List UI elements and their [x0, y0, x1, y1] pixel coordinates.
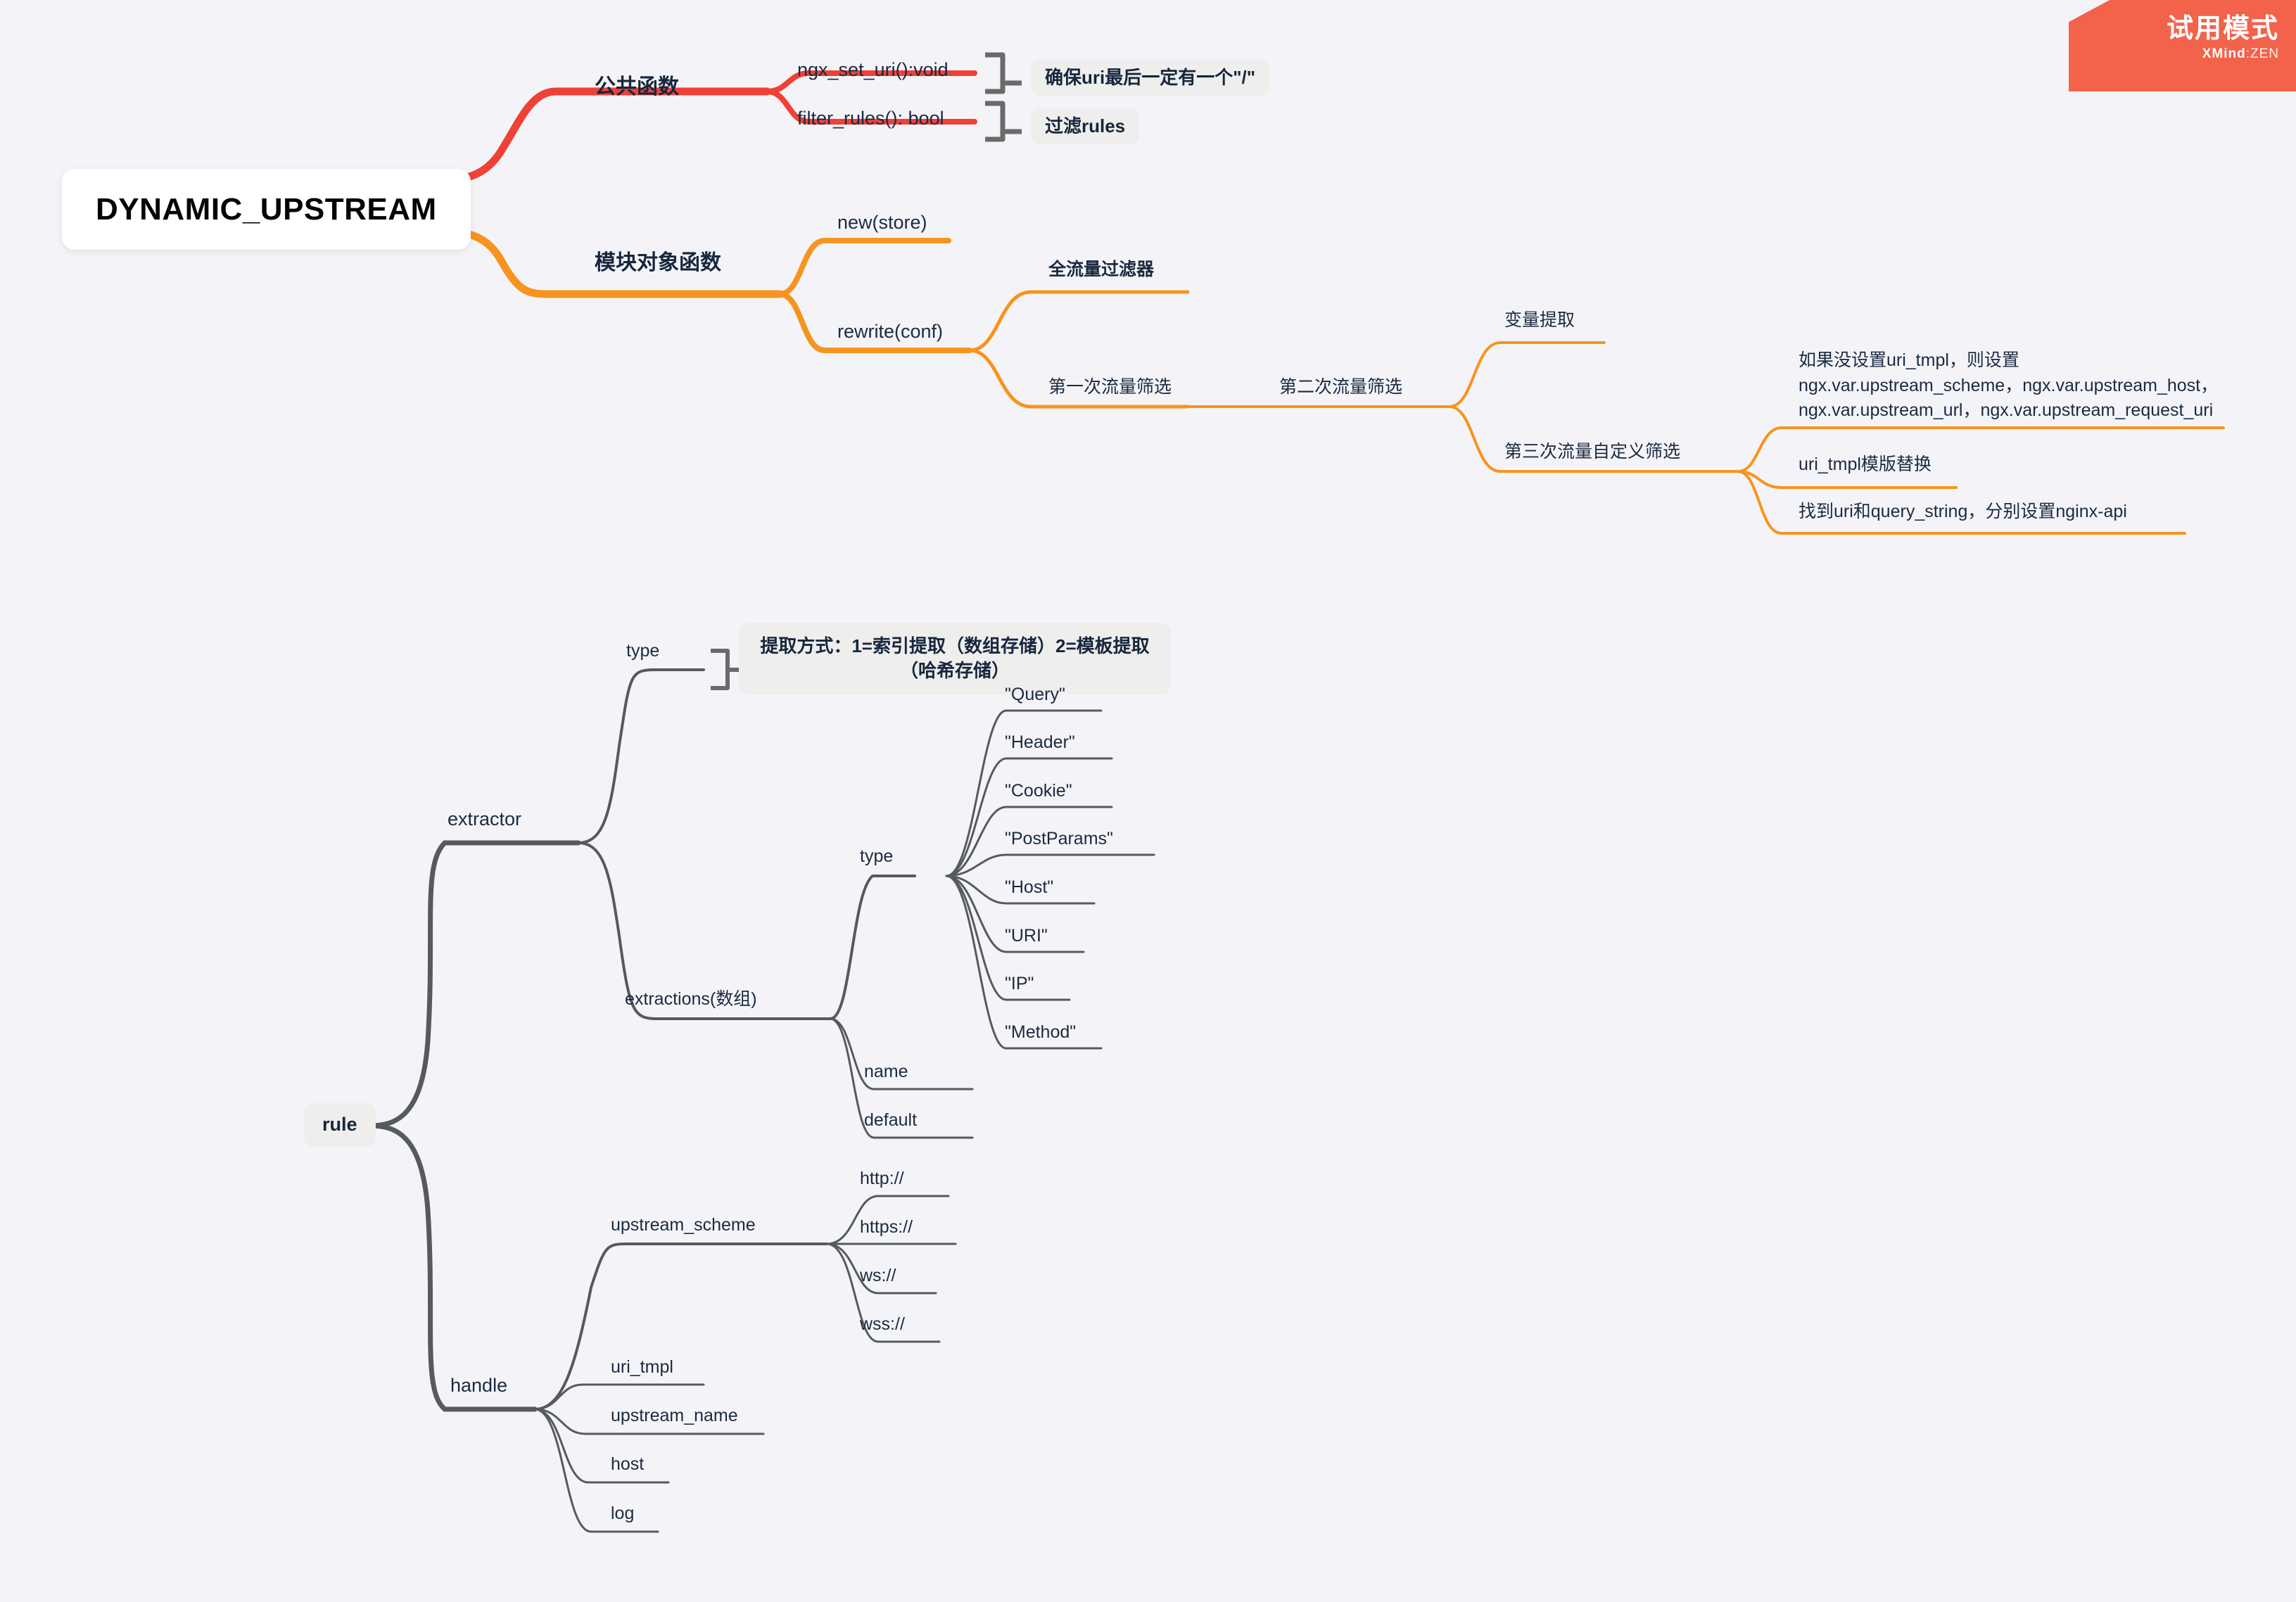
topic-upstream-scheme[interactable]: upstream_scheme [611, 1214, 756, 1236]
topic-extractor-type[interactable]: type [626, 640, 659, 662]
rule-node[interactable]: rule [304, 1103, 376, 1147]
note-filter-rules[interactable]: 过滤rules [1031, 108, 1140, 144]
topic-upstream-name[interactable]: upstream_name [611, 1405, 738, 1427]
scheme-https[interactable]: https:// [860, 1216, 913, 1238]
root-node[interactable]: DYNAMIC_UPSTREAM [62, 169, 471, 250]
enum-header[interactable]: "Header" [1005, 732, 1075, 754]
branch-public-functions-label[interactable]: 公共函数 [595, 74, 679, 101]
note-extraction-method[interactable]: 提取方式：1=索引提取（数组存储）2=模板提取（哈希存储） [739, 623, 1171, 695]
enum-host[interactable]: "Host" [1005, 877, 1053, 898]
topic-log[interactable]: log [611, 1503, 634, 1525]
topic-extraction-type[interactable]: type [860, 846, 893, 867]
scheme-ws[interactable]: ws:// [860, 1265, 896, 1287]
topic-extractions-array[interactable]: extractions(数组) [625, 988, 757, 1010]
note-uri-tmpl-replace[interactable]: uri_tmpl模版替换 [1799, 454, 1932, 476]
topic-variable-extraction[interactable]: 变量提取 [1504, 310, 1575, 331]
scheme-http[interactable]: http:// [860, 1168, 904, 1190]
topic-extractor[interactable]: extractor [448, 808, 521, 832]
mindmap-canvas: 试用模式 XMind:ZEN DYNAMIC_UPSTREAM 公共函数 ngx… [0, 0, 2296, 1602]
watermark-brand-bold: XMind [2202, 46, 2246, 61]
topic-extraction-name[interactable]: name [864, 1061, 908, 1083]
trial-mode-watermark: 试用模式 XMind:ZEN [2069, 0, 2296, 91]
enum-query[interactable]: "Query" [1005, 684, 1065, 706]
topic-uri-tmpl[interactable]: uri_tmpl [611, 1356, 673, 1378]
topic-host[interactable]: host [611, 1454, 644, 1475]
scheme-wss[interactable]: wss:// [860, 1314, 905, 1335]
branch-module-functions-label[interactable]: 模块对象函数 [595, 250, 721, 276]
note-upstream-vars[interactable]: 如果没设置uri_tmpl，则设置ngx.var.upstream_scheme… [1799, 348, 2221, 424]
topic-extraction-default[interactable]: default [864, 1110, 917, 1131]
watermark-brand-light: ZEN [2250, 46, 2279, 61]
topic-ngx-set-uri[interactable]: ngx_set_uri():void [797, 58, 949, 82]
note-ngx-set-uri[interactable]: 确保uri最后一定有一个"/" [1031, 60, 1270, 96]
topic-third-traffic-custom-filter[interactable]: 第三次流量自定义筛选 [1504, 441, 1680, 463]
topic-second-traffic-filter[interactable]: 第二次流量筛选 [1279, 376, 1402, 398]
watermark-title: 试用模式 [2166, 14, 2279, 44]
topic-filter-rules[interactable]: filter_rules(): bool [797, 107, 944, 131]
topic-first-traffic-filter[interactable]: 第一次流量筛选 [1048, 376, 1172, 398]
watermark-brand: XMind:ZEN [2069, 46, 2279, 62]
topic-full-traffic-filter[interactable]: 全流量过滤器 [1048, 259, 1154, 281]
enum-postparams[interactable]: "PostParams" [1005, 828, 1113, 850]
enum-cookie[interactable]: "Cookie" [1005, 780, 1072, 802]
note-find-uri-query-string[interactable]: 找到uri和query_string，分别设置nginx-api [1799, 501, 2127, 523]
topic-rewrite-conf[interactable]: rewrite(conf) [837, 320, 943, 344]
enum-method[interactable]: "Method" [1005, 1022, 1076, 1043]
topic-new-store[interactable]: new(store) [837, 211, 927, 235]
topic-handle[interactable]: handle [450, 1374, 507, 1398]
enum-uri[interactable]: "URI" [1005, 925, 1048, 947]
enum-ip[interactable]: "IP" [1005, 973, 1034, 995]
